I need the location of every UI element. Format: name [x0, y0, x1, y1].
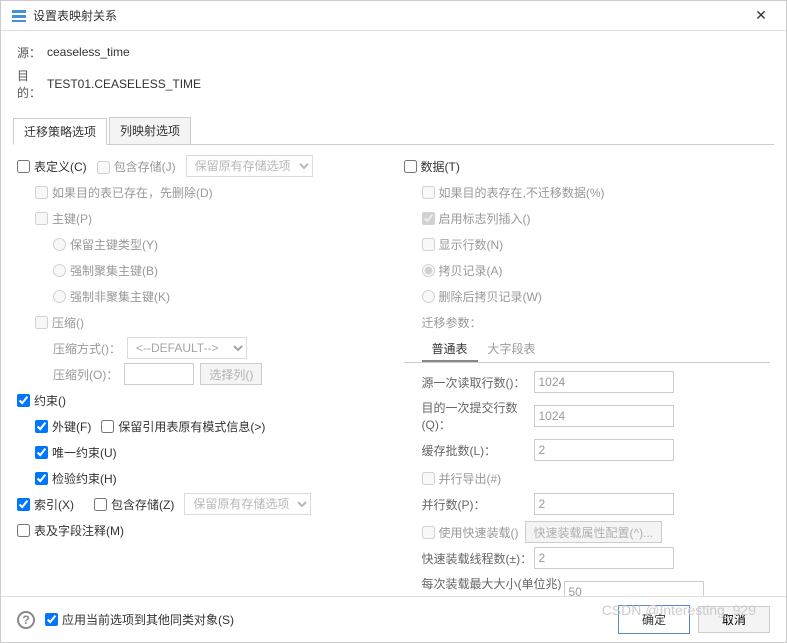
left-column: 表定义(C) 包含存储(J) 保留原有存储选项 如果目的表已存在，先删除(D) … [17, 155, 404, 599]
tabs: 迁移策略选项 列映射选项 [13, 117, 774, 145]
target-value: TEST01.CEASELESS_TIME [47, 77, 201, 91]
dst-commit-rows-input [534, 405, 674, 427]
footer: ? 应用当前选项到其他同类对象(S) 确定 取消 [1, 596, 786, 642]
fast-load-threads-input [534, 547, 674, 569]
index-checkbox[interactable] [17, 498, 30, 511]
parallel-export-label: 并行导出(#) [439, 470, 502, 487]
primary-key-checkbox [35, 212, 48, 225]
compress-col-label: 压缩列(O)： [53, 366, 118, 383]
force-cluster-radio [53, 264, 66, 277]
help-icon[interactable]: ? [17, 611, 35, 629]
unique-checkbox[interactable] [35, 446, 48, 459]
fast-load-checkbox [422, 526, 435, 539]
apply-all-checkbox[interactable] [45, 613, 58, 626]
compress-checkbox [35, 316, 48, 329]
force-noncluster-radio [53, 290, 66, 303]
cache-batch-input [534, 439, 674, 461]
check-checkbox[interactable] [35, 472, 48, 485]
cancel-button[interactable]: 取消 [698, 606, 770, 633]
check-label: 检验约束(H) [52, 470, 117, 487]
src-read-rows-input [534, 371, 674, 393]
migrate-params-label: 迁移参数： [422, 314, 482, 331]
primary-key-label: 主键(P) [52, 210, 92, 227]
keep-pk-type-radio [53, 238, 66, 251]
tab-strategy[interactable]: 迁移策略选项 [13, 118, 107, 145]
subtab-normal[interactable]: 普通表 [422, 337, 478, 362]
drop-first-label: 如果目的表已存在，先删除(D) [52, 184, 213, 201]
keep-pk-type-label: 保留主键类型(Y) [70, 236, 158, 253]
compress-label: 压缩() [52, 314, 84, 331]
show-rows-checkbox [422, 238, 435, 251]
keep-ref-schema-label: 保留引用表原有模式信息(>) [118, 418, 265, 435]
foreign-key-label: 外键(F) [52, 418, 91, 435]
copy-records-radio [422, 264, 435, 277]
ok-button[interactable]: 确定 [618, 605, 690, 634]
index-include-store-checkbox[interactable] [94, 498, 107, 511]
index-include-store-label: 包含存储(Z) [111, 496, 174, 513]
index-label: 索引(X) [34, 496, 74, 513]
table-col-comment-label: 表及字段注释(M) [34, 522, 124, 539]
subtabs: 普通表 大字段表 [404, 337, 771, 363]
cache-batch-label: 缓存批数(L)： [404, 442, 534, 459]
header: 源：ceaseless_time 目的：TEST01.CEASELESS_TIM… [1, 31, 786, 111]
app-icon [11, 8, 27, 24]
fast-load-label: 使用快速装载() [439, 524, 519, 541]
choose-col-button: 选择列() [200, 363, 262, 385]
content: 表定义(C) 包含存储(J) 保留原有存储选项 如果目的表已存在，先删除(D) … [1, 145, 786, 599]
constraint-checkbox[interactable] [17, 394, 30, 407]
copy-records-label: 拷贝记录(A) [439, 262, 503, 279]
show-rows-label: 显示行数(N) [439, 236, 504, 253]
fast-load-threads-label: 快速装载线程数(±)： [404, 550, 534, 567]
fast-load-attr-button: 快速装载属性配置(^)... [525, 521, 663, 543]
unique-label: 唯一约束(U) [52, 444, 117, 461]
tab-mapping[interactable]: 列映射选项 [109, 117, 191, 144]
data-label: 数据(T) [421, 158, 460, 175]
src-read-rows-label: 源一次读取行数()： [404, 374, 534, 391]
foreign-key-checkbox[interactable] [35, 420, 48, 433]
right-column: 数据(T) 如果目的表存在,不迁移数据(%) 启用标志列插入() 显示行数(N)… [404, 155, 771, 599]
source-label: 源： [17, 44, 47, 61]
keep-store-select: 保留原有存储选项 [186, 155, 313, 177]
force-noncluster-label: 强制非聚集主键(K) [70, 288, 170, 305]
include-store-checkbox [97, 161, 110, 174]
compress-method-label: 压缩方式()： [53, 340, 121, 357]
keep-ref-schema-checkbox[interactable] [101, 420, 114, 433]
target-label: 目的： [17, 67, 47, 101]
subtab-large[interactable]: 大字段表 [478, 337, 546, 362]
table-col-comment-checkbox[interactable] [17, 524, 30, 537]
compress-method-select: <--DEFAULT--> [127, 337, 247, 359]
table-def-label: 表定义(C) [34, 158, 87, 175]
close-icon[interactable]: ✕ [746, 7, 776, 24]
source-value: ceaseless_time [47, 45, 130, 59]
compress-col-input [124, 363, 194, 385]
drop-first-checkbox [35, 186, 48, 199]
no-migrate-label: 如果目的表存在,不迁移数据(%) [439, 184, 605, 201]
parallel-count-label: 并行数(P)： [404, 496, 534, 513]
parallel-count-input [534, 493, 674, 515]
index-keep-store-select: 保留原有存储选项 [184, 493, 311, 515]
enable-identity-checkbox [422, 212, 435, 225]
no-migrate-checkbox [422, 186, 435, 199]
dst-commit-rows-label: 目的一次提交行数(Q)： [404, 399, 534, 433]
apply-all-label: 应用当前选项到其他同类对象(S) [62, 611, 234, 628]
enable-identity-label: 启用标志列插入() [439, 210, 531, 227]
table-def-checkbox[interactable] [17, 160, 30, 173]
include-store-label: 包含存储(J) [114, 160, 176, 174]
parallel-export-checkbox [422, 472, 435, 485]
delete-copy-radio [422, 290, 435, 303]
titlebar: 设置表映射关系 ✕ [1, 1, 786, 31]
delete-copy-label: 删除后拷贝记录(W) [439, 288, 542, 305]
force-cluster-label: 强制聚集主键(B) [70, 262, 158, 279]
data-checkbox[interactable] [404, 160, 417, 173]
constraint-label: 约束() [34, 392, 66, 409]
window-title: 设置表映射关系 [33, 7, 746, 24]
